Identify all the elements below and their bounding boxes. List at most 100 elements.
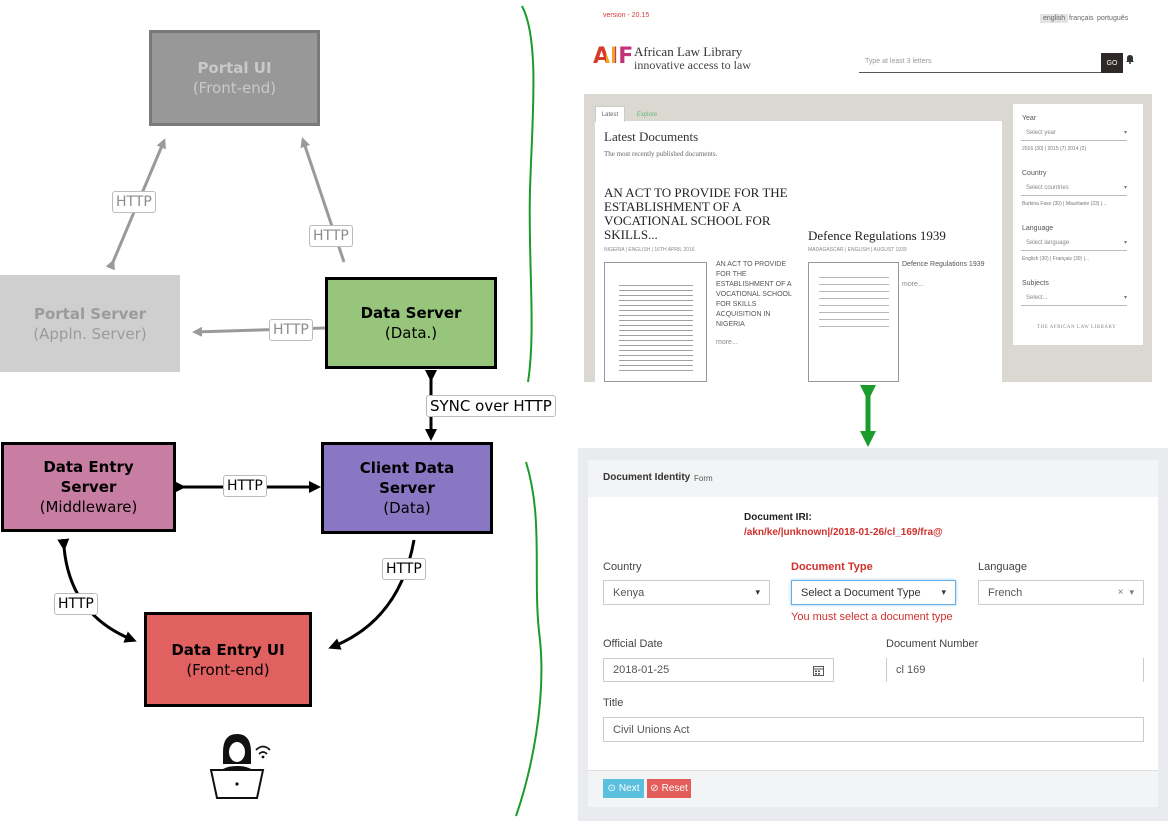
calendar-icon[interactable] bbox=[813, 665, 824, 676]
filter-language-select[interactable]: Select language ▾ bbox=[1021, 236, 1127, 251]
version-text: version - 20.15 bbox=[603, 12, 650, 19]
doc2-title[interactable]: Defence Regulations 1939 bbox=[808, 228, 946, 244]
filter-language-label: Language bbox=[1022, 225, 1054, 232]
next-button[interactable]: ⊙ Next bbox=[603, 779, 644, 798]
title-input[interactable]: Civil Unions Act bbox=[603, 717, 1144, 742]
label-sync: SYNC over HTTP bbox=[426, 395, 556, 417]
doctype-select[interactable]: Select a Document Type ▾ bbox=[791, 580, 956, 605]
filter-country-label: Country bbox=[1022, 170, 1047, 177]
portal-screenshot: version - 20.15 english français portugu… bbox=[584, 0, 1152, 382]
chevron-down-icon: ▾ bbox=[941, 587, 946, 597]
country-label: Country bbox=[603, 561, 642, 573]
label-http-client-ui: HTTP bbox=[382, 558, 426, 580]
title-value: Civil Unions Act bbox=[613, 723, 690, 736]
label-http-middleware: HTTP bbox=[223, 475, 267, 497]
filter-year-select[interactable]: Select year ▾ bbox=[1021, 126, 1127, 141]
filter-subjects-select[interactable]: Select... ▾ bbox=[1021, 291, 1127, 306]
reset-icon: ⊘ bbox=[650, 783, 659, 794]
date-value: 2018-01-25 bbox=[613, 664, 670, 676]
portal-ui-node: Portal UI (Front-end) bbox=[149, 30, 320, 126]
lang-francais[interactable]: français bbox=[1069, 15, 1094, 22]
form-body: Document IRI: /akn/ke/|unknown|/2018-01-… bbox=[588, 497, 1158, 770]
doc2-desc: Defence Regulations 1939 bbox=[902, 261, 985, 268]
filter-country-value: Select countries bbox=[1026, 185, 1069, 191]
filter-subjects-label: Subjects bbox=[1022, 280, 1049, 287]
go-button[interactable]: GO bbox=[1101, 53, 1123, 73]
portal-ui-title: Portal UI bbox=[197, 59, 272, 77]
latest-docs-title: Latest Documents bbox=[604, 129, 699, 144]
filter-footer: THE AFRICAN LAW LIBRARY bbox=[1037, 325, 1117, 330]
doc2-thumbnail[interactable] bbox=[808, 262, 899, 382]
data-entry-server-node: Data Entry Server (Middleware) bbox=[1, 442, 176, 532]
client-data-server-title-2: Server bbox=[379, 479, 435, 497]
doc2-thumb-lines bbox=[819, 277, 889, 327]
brace-bottom bbox=[515, 461, 543, 817]
next-label: Next bbox=[618, 783, 640, 794]
doc1-desc-5: FOR SKILLS bbox=[716, 301, 757, 308]
language-value: French bbox=[988, 586, 1023, 599]
label-http-portal: HTTP bbox=[112, 191, 156, 213]
logo-line-2: innovative access to law bbox=[634, 58, 751, 72]
lang-portugues[interactable]: português bbox=[1097, 15, 1128, 22]
data-entry-ui-title: Data Entry UI bbox=[171, 640, 285, 659]
doc1-desc-6: ACQUISITION IN bbox=[716, 311, 771, 318]
main-panel: Latest Documents The most recently publi… bbox=[595, 121, 1002, 382]
client-data-server-title-1: Client Data bbox=[359, 459, 455, 477]
user-laptop-icon bbox=[209, 734, 271, 799]
country-select[interactable]: Kenya ▾ bbox=[603, 580, 770, 605]
form-footer: ⊙ Next ⊘ Reset bbox=[588, 770, 1158, 807]
reset-label: Reset bbox=[661, 783, 688, 794]
lang-english[interactable]: english bbox=[1040, 14, 1069, 23]
data-server-title: Data Server bbox=[360, 304, 462, 322]
chevron-down-icon: ▾ bbox=[755, 587, 760, 597]
doc1-desc-7: NIGERIA bbox=[716, 321, 745, 328]
iri-label: Document IRI: bbox=[744, 512, 812, 523]
bell-icon[interactable] bbox=[1125, 54, 1135, 64]
filter-subjects-value: Select... bbox=[1026, 295, 1048, 301]
tab-explore[interactable]: Explore bbox=[629, 108, 665, 122]
language-label: Language bbox=[978, 561, 1027, 573]
doc1-more[interactable]: more... bbox=[716, 339, 738, 346]
iri-value: /akn/ke/|unknown|/2018-01-26/cl_169/fra@ bbox=[744, 527, 943, 538]
data-entry-server-title-1: Data Entry bbox=[43, 458, 134, 476]
portal-server-subtitle: (Appln. Server) bbox=[33, 324, 147, 343]
clear-icon[interactable]: × bbox=[1118, 587, 1124, 598]
filter-country-hint: Burkina Faso (30) | Mauritanie (23) |... bbox=[1022, 201, 1107, 207]
language-select[interactable]: French × ▾ bbox=[978, 580, 1144, 605]
label-http-entry-ui: HTTP bbox=[54, 593, 98, 615]
chevron-down-icon: ▾ bbox=[1123, 295, 1127, 301]
doctype-error: You must select a document type bbox=[791, 611, 953, 623]
filter-country-select[interactable]: Select countries ▾ bbox=[1021, 181, 1127, 196]
doc1-desc-3: ESTABLISHMENT OF A bbox=[716, 281, 792, 288]
doc1-thumbnail[interactable] bbox=[604, 262, 707, 382]
tab-latest[interactable]: Latest bbox=[595, 106, 625, 122]
portal-server-title: Portal Server bbox=[33, 304, 147, 323]
reset-button[interactable]: ⊘ Reset bbox=[647, 779, 691, 798]
filter-year-label: Year bbox=[1022, 115, 1037, 122]
portal-ui-subtitle: (Front-end) bbox=[192, 79, 277, 97]
date-input[interactable]: 2018-01-25 bbox=[603, 658, 834, 682]
doc1-thumb-lines bbox=[619, 285, 693, 375]
data-entry-server-title-2: Server bbox=[60, 478, 117, 496]
logo[interactable]: AIF bbox=[593, 43, 633, 71]
country-value: Kenya bbox=[613, 586, 645, 599]
label-http-dataserver-portalui: HTTP bbox=[309, 225, 353, 247]
arrow-client-entryui bbox=[328, 539, 416, 650]
client-data-server-subtitle: (Data) bbox=[383, 499, 431, 517]
doctype-value: Select a Document Type bbox=[801, 586, 921, 599]
logo-mark: AIF bbox=[593, 44, 634, 69]
search-placeholder: Type at least 3 letters bbox=[865, 58, 932, 65]
tab-explore-label: Explore bbox=[636, 112, 658, 118]
search-input[interactable]: Type at least 3 letters bbox=[859, 54, 1101, 73]
filter-year-hint: 2016 (30) | 2015 (7) 2014 (2) bbox=[1022, 146, 1087, 152]
form-header-title: Document Identity bbox=[603, 472, 691, 483]
doc2-meta: MADAGASCAR | ENGLISH | AUGUST 1939 bbox=[808, 247, 907, 253]
chevron-down-icon: ▾ bbox=[1129, 587, 1134, 597]
doc1-meta: NIGERIA | ENGLISH | 16TH APRIL 2016 bbox=[604, 247, 695, 253]
doc2-more[interactable]: more... bbox=[902, 281, 924, 288]
label-http-dataserver-portalserver: HTTP bbox=[269, 319, 313, 341]
data-entry-ui-node: Data Entry UI (Front-end) bbox=[144, 612, 312, 707]
doc1-title-4[interactable]: SKILLS... bbox=[604, 227, 658, 243]
doc1-desc-2: FOR THE bbox=[716, 271, 747, 278]
number-input[interactable]: cl 169 bbox=[886, 658, 1144, 682]
